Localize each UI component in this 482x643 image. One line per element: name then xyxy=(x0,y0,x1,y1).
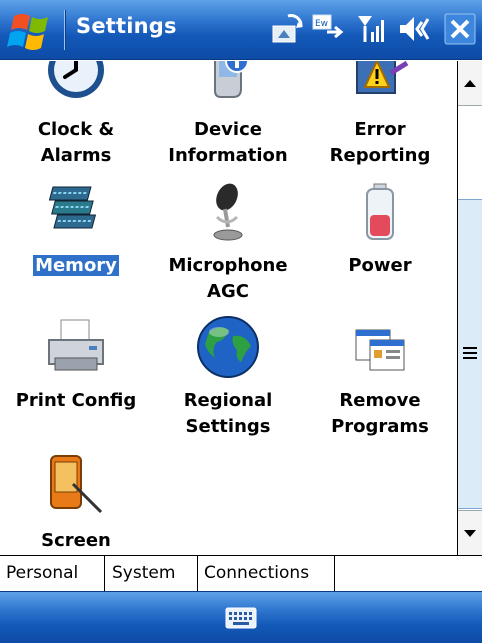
item-label: Memory xyxy=(33,255,119,276)
memory-icon xyxy=(48,186,97,229)
item-label: Power xyxy=(348,255,412,276)
clock-icon xyxy=(48,61,104,98)
item-label: AGC xyxy=(207,281,249,302)
item-label: Reporting xyxy=(329,145,431,166)
item-print-config[interactable]: Print Config xyxy=(0,316,152,441)
item-label: Print Config xyxy=(15,390,137,411)
error-reporting-icon xyxy=(356,61,409,94)
scroll-up-button[interactable] xyxy=(458,61,482,106)
item-power[interactable]: Power xyxy=(304,181,456,311)
signal-icon[interactable] xyxy=(356,14,388,44)
item-label: Information xyxy=(168,145,288,166)
screen-icon xyxy=(50,455,103,514)
tab-system[interactable]: System xyxy=(106,556,182,591)
item-label: Programs xyxy=(331,416,429,437)
item-label: Error xyxy=(354,119,406,140)
microphone-icon xyxy=(213,183,243,241)
item-screen[interactable]: Screen xyxy=(0,446,152,555)
tab-connections[interactable]: Connections xyxy=(198,556,315,591)
tab-bar: Personal System Connections xyxy=(0,555,482,591)
device-info-icon xyxy=(214,61,249,98)
vertical-scrollbar[interactable] xyxy=(457,61,482,555)
item-microphone-agc[interactable]: Microphone AGC xyxy=(152,181,304,311)
item-label: Remove xyxy=(339,390,421,411)
battery-icon xyxy=(366,183,394,240)
close-icon[interactable] xyxy=(444,13,476,45)
settings-content: Clock & Alarms Device Information Error … xyxy=(0,61,456,555)
item-label: Screen xyxy=(41,530,111,551)
item-device-information[interactable]: Device Information xyxy=(152,61,304,173)
start-flag-icon[interactable] xyxy=(6,8,60,54)
window-title: Settings xyxy=(76,14,177,38)
item-label: Regional xyxy=(183,390,273,411)
arrow-up-icon xyxy=(464,80,476,87)
title-separator xyxy=(64,10,66,50)
scroll-thumb[interactable] xyxy=(458,199,482,509)
item-memory[interactable]: Memory xyxy=(0,181,152,311)
item-regional-settings[interactable]: Regional Settings xyxy=(152,316,304,441)
keyboard-icon[interactable] xyxy=(225,606,257,630)
globe-icon xyxy=(197,316,259,378)
printer-icon xyxy=(48,319,104,371)
item-label: Device xyxy=(194,119,262,140)
svg-text:Ew: Ew xyxy=(315,19,328,29)
arrow-down-icon xyxy=(464,530,476,537)
item-label: Clock & xyxy=(37,119,115,140)
grip-icon xyxy=(463,347,477,362)
tab-divider xyxy=(334,556,335,591)
tab-personal[interactable]: Personal xyxy=(0,556,84,591)
item-label: Settings xyxy=(185,416,271,437)
tab-divider xyxy=(104,556,105,591)
menu-bar xyxy=(0,591,482,643)
volume-icon[interactable] xyxy=(398,14,430,44)
item-label: Alarms xyxy=(40,145,112,166)
item-label: Microphone xyxy=(168,255,288,276)
title-bar: Settings Ew xyxy=(0,0,482,60)
item-remove-programs[interactable]: Remove Programs xyxy=(304,316,456,441)
item-error-reporting[interactable]: Error Reporting xyxy=(304,61,456,173)
sync-icon[interactable] xyxy=(270,14,304,44)
keyboard-input-icon[interactable]: Ew xyxy=(311,14,345,44)
item-clock-alarms[interactable]: Clock & Alarms xyxy=(0,61,152,173)
remove-programs-icon xyxy=(355,329,405,371)
scroll-down-button[interactable] xyxy=(458,510,482,555)
